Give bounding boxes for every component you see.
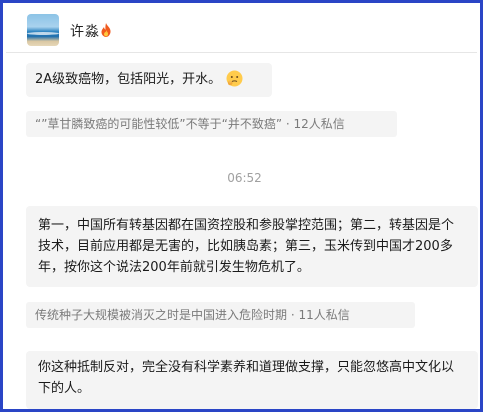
chat-header: 许淼 xyxy=(6,6,477,53)
topic-tag[interactable]: “”草甘膦致癌的可能性较低”不等于“并不致癌” · 12人私信 xyxy=(26,111,397,137)
message-bubble[interactable]: 你这种抵制反对，完全没有科学素养和道理做支撑，只能忽悠高中文化以下的人。 xyxy=(26,351,478,409)
fire-icon xyxy=(101,23,111,37)
thinking-face-emoji xyxy=(226,70,243,87)
window-frame: 许淼 2A级致癌物，包括阳光，开水。 “”草甘膦致癌的可能性较低”不等于“并不致… xyxy=(0,0,483,412)
contact-name[interactable]: 许淼 xyxy=(70,21,111,41)
contact-name-text: 许淼 xyxy=(70,24,100,40)
chat-area[interactable]: 2A级致癌物，包括阳光，开水。 “”草甘膦致癌的可能性较低”不等于“并不致癌” … xyxy=(6,53,478,409)
timestamp: 06:52 xyxy=(227,171,262,185)
avatar-wave xyxy=(27,32,59,35)
message-bubble[interactable]: 第一，中国所有转基因都在国资控股和参股掌控范围；第二，转基因是个技术，目前应用都… xyxy=(26,206,478,287)
topic-tag[interactable]: 传统种子大规模被消灭之时是中国进入危险时期 · 11人私信 xyxy=(26,302,415,328)
message-bubble[interactable]: 2A级致癌物，包括阳光，开水。 xyxy=(26,63,272,97)
avatar[interactable] xyxy=(27,14,59,46)
message-text: 2A级致癌物，包括阳光，开水。 xyxy=(35,72,222,87)
